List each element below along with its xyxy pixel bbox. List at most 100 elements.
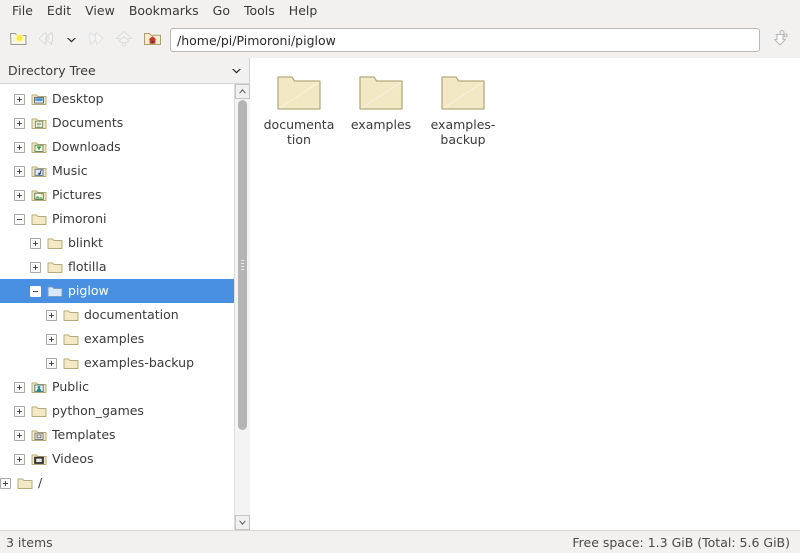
templates-folder-icon [30, 427, 48, 443]
tree-item-Pictures[interactable]: Pictures [0, 183, 234, 207]
file-item[interactable]: examples-backup [424, 68, 502, 147]
scrollbar-thumb[interactable] [238, 100, 247, 430]
expand-icon[interactable] [14, 142, 25, 153]
home-button[interactable] [138, 26, 166, 54]
tree-item-Templates[interactable]: Templates [0, 423, 234, 447]
tree-item-label: Desktop [52, 91, 104, 107]
folder-with-light-icon [9, 30, 28, 50]
tree-item-label: Templates [52, 427, 116, 443]
tree-item-label: Music [52, 163, 88, 179]
sidebar: Directory Tree Desktop Documents Downloads… [0, 58, 250, 530]
folder-icon [62, 331, 80, 347]
expand-icon[interactable] [46, 310, 57, 321]
file-item[interactable]: examples [342, 68, 420, 147]
tree-item-label: python_games [52, 403, 144, 419]
folder-open-icon [46, 283, 64, 299]
directory-tree-wrapper: Desktop Documents Downloads Music Pictures Pi… [0, 84, 249, 530]
tree-item-label: blinkt [68, 235, 103, 251]
expand-icon[interactable] [14, 166, 25, 177]
tree-item-label: Documents [52, 115, 123, 131]
menu-item-help[interactable]: Help [282, 1, 325, 21]
tree-item-[interactable]: / [0, 471, 234, 495]
expand-icon[interactable] [30, 238, 41, 249]
folder-icon [46, 235, 64, 251]
sidebar-collapse-button[interactable] [229, 64, 243, 78]
downloads-folder-icon [30, 139, 48, 155]
tree-item-label: Pimoroni [52, 211, 106, 227]
file-item[interactable]: documentation [260, 68, 338, 147]
tree-item-examples-backup[interactable]: examples-backup [0, 351, 234, 375]
videos-folder-icon [30, 451, 48, 467]
tree-item-documentation[interactable]: documentation [0, 303, 234, 327]
menu-item-go[interactable]: Go [206, 1, 237, 21]
folder-icon [439, 70, 487, 115]
statusbar: 3 items Free space: 1.3 GiB (Total: 5.6 … [0, 530, 800, 553]
tree-item-Downloads[interactable]: Downloads [0, 135, 234, 159]
expand-icon[interactable] [14, 190, 25, 201]
tree-item-piglow[interactable]: piglow [0, 279, 234, 303]
directory-tree[interactable]: Desktop Documents Downloads Music Pictures Pi… [0, 84, 234, 530]
expand-icon[interactable] [46, 358, 57, 369]
scroll-up-button[interactable] [235, 84, 250, 99]
file-pane[interactable]: documentation examples examples-backup [250, 58, 800, 530]
public-folder-icon [30, 379, 48, 395]
tree-item-Videos[interactable]: Videos [0, 447, 234, 471]
forward-arrow-icon [86, 30, 106, 50]
collapse-icon[interactable] [30, 286, 41, 297]
tree-item-python_games[interactable]: python_games [0, 399, 234, 423]
tree-item-label: flotilla [68, 259, 107, 275]
desktop-folder-icon [30, 91, 48, 107]
new-tab-button[interactable] [4, 26, 32, 54]
main-body: Directory Tree Desktop Documents Downloads… [0, 58, 800, 530]
documents-folder-icon [30, 115, 48, 131]
folder-icon [62, 307, 80, 323]
path-input[interactable]: /home/pi/Pimoroni/piglow [170, 28, 760, 52]
menu-item-file[interactable]: File [5, 1, 40, 21]
tree-item-label: Downloads [52, 139, 121, 155]
tree-item-label: Public [52, 379, 89, 395]
tree-item-Desktop[interactable]: Desktop [0, 87, 234, 111]
folder-icon [16, 475, 34, 491]
scrollbar-grip-icon [241, 258, 244, 272]
free-space-label: Free space: 1.3 GiB (Total: 5.6 GiB) [572, 535, 790, 550]
expand-icon[interactable] [14, 430, 25, 441]
pictures-folder-icon [30, 187, 48, 203]
home-folder-icon [143, 30, 162, 50]
tree-item-label: / [38, 475, 42, 491]
expand-icon[interactable] [46, 334, 57, 345]
menu-item-view[interactable]: View [78, 1, 122, 21]
scrollbar-track[interactable] [235, 99, 250, 515]
expand-icon[interactable] [30, 262, 41, 273]
expand-icon[interactable] [14, 406, 25, 417]
tree-item-Music[interactable]: Music [0, 159, 234, 183]
up-button[interactable] [110, 26, 138, 54]
menu-item-bookmarks[interactable]: Bookmarks [122, 1, 206, 21]
back-button[interactable] [32, 26, 60, 54]
expand-icon[interactable] [14, 382, 25, 393]
expand-icon[interactable] [0, 478, 11, 489]
history-dropdown-button[interactable] [60, 26, 82, 54]
tree-item-flotilla[interactable]: flotilla [0, 255, 234, 279]
scroll-down-button[interactable] [235, 515, 250, 530]
file-manager-window: FileEditViewBookmarksGoToolsHelp [0, 0, 800, 553]
back-arrow-icon [36, 30, 56, 50]
go-button[interactable] [766, 26, 794, 54]
folder-icon [357, 70, 405, 115]
tree-item-blinkt[interactable]: blinkt [0, 231, 234, 255]
menu-item-tools[interactable]: Tools [237, 1, 282, 21]
expand-icon[interactable] [14, 118, 25, 129]
sidebar-title: Directory Tree [8, 63, 229, 78]
expand-icon[interactable] [14, 454, 25, 465]
collapse-icon[interactable] [14, 214, 25, 225]
forward-button[interactable] [82, 26, 110, 54]
tree-item-Pimoroni[interactable]: Pimoroni [0, 207, 234, 231]
tree-item-Public[interactable]: Public [0, 375, 234, 399]
sidebar-scrollbar[interactable] [234, 84, 249, 530]
tree-item-examples[interactable]: examples [0, 327, 234, 351]
tree-item-Documents[interactable]: Documents [0, 111, 234, 135]
expand-icon[interactable] [14, 94, 25, 105]
folder-icon [30, 403, 48, 419]
file-item-label: examples [344, 117, 418, 132]
menu-item-edit[interactable]: Edit [40, 1, 78, 21]
music-folder-icon [30, 163, 48, 179]
